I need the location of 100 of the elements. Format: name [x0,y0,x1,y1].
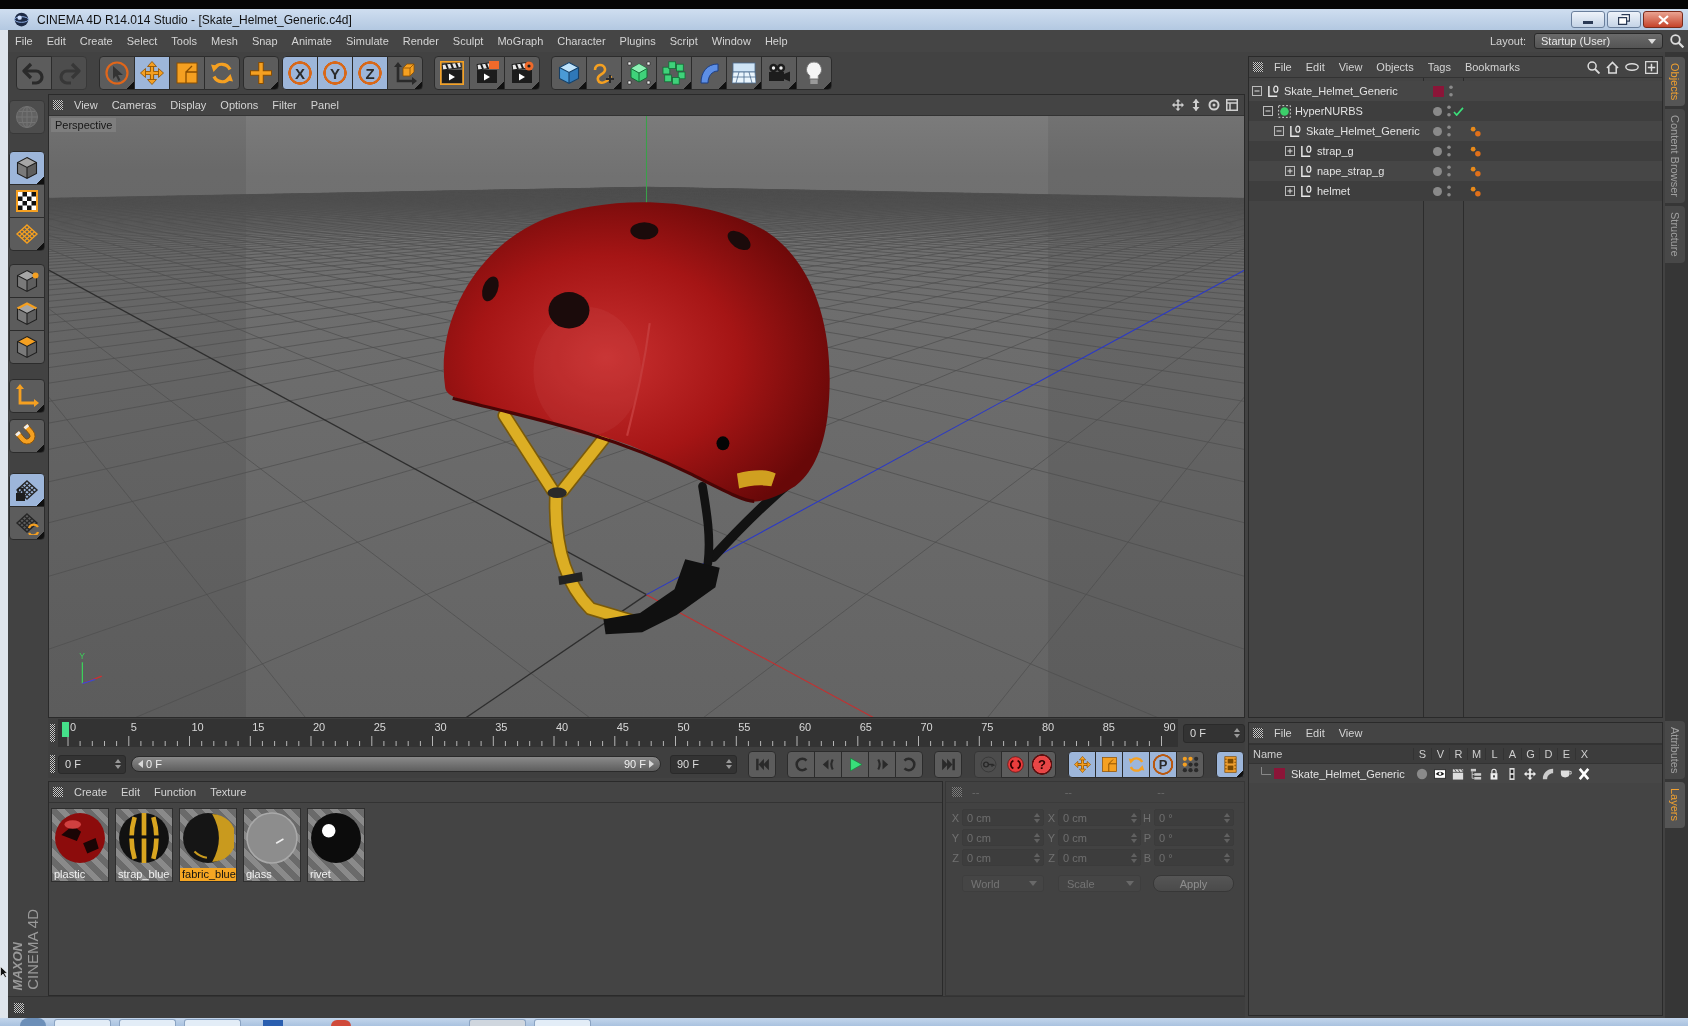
point-level-button[interactable] [1176,750,1204,778]
collapse-icon[interactable] [1274,126,1284,136]
bend-icon[interactable] [1542,767,1554,780]
render-settings-button[interactable] [504,56,540,90]
object-row[interactable]: HyperNURBS [1249,101,1662,121]
scale-key-button[interactable] [1095,750,1123,778]
menu-item[interactable]: View [67,97,105,113]
menu-item[interactable]: File [1267,725,1299,741]
play-button[interactable] [841,750,869,778]
column-header[interactable]: V [1431,748,1449,760]
workplane-mode-button[interactable] [9,217,45,251]
column-header[interactable]: E [1557,748,1575,760]
light-button[interactable] [796,56,832,90]
close-button[interactable] [1643,11,1683,28]
menu-item[interactable]: MoGraph [490,33,551,49]
range-end-handle[interactable]: 90 F [624,758,654,770]
menu-item[interactable]: Window [704,33,758,49]
layer-swatch[interactable] [1274,768,1285,779]
tag-icon[interactable] [1470,125,1481,137]
expand-icon[interactable] [1285,146,1295,156]
floor-button[interactable] [726,56,762,90]
visibility-dots-icon[interactable] [1447,125,1451,137]
menu-item[interactable]: Objects [1369,59,1421,75]
column-header[interactable]: D [1539,748,1557,760]
tag-icon[interactable] [1470,165,1481,177]
x-icon[interactable] [1578,767,1590,780]
workplane-align-button[interactable] [9,506,45,540]
object-row[interactable]: strap_g [1249,141,1662,161]
select-tool-button[interactable] [99,56,135,90]
position-key-button[interactable] [1068,750,1096,778]
render-button[interactable] [469,56,505,90]
search-icon[interactable] [1587,60,1600,74]
axis-toggle-button[interactable]: X [282,56,318,90]
tag-icon[interactable] [1470,145,1481,157]
menu-item[interactable]: Tools [164,33,204,49]
points-mode-button[interactable] [9,264,45,298]
go-to-start-button[interactable] [748,750,776,778]
side-tab[interactable]: Attributes [1665,721,1685,780]
plus-box-icon[interactable] [1645,60,1658,74]
column-header[interactable]: X [1575,748,1593,760]
home-icon[interactable] [1606,60,1619,74]
expand-icon[interactable] [1285,186,1295,196]
layer-dot-icon[interactable] [1433,186,1442,196]
oval-icon[interactable] [1625,63,1639,71]
visibility-dots-icon[interactable] [1447,145,1451,157]
column-header[interactable]: L [1485,748,1503,760]
film-strip-icon[interactable] [1506,767,1518,780]
edges-mode-button[interactable] [9,297,45,331]
layer-swatch[interactable] [1433,85,1444,97]
menu-item[interactable]: View [1331,725,1370,741]
search-icon[interactable] [1670,34,1684,48]
menu-item[interactable]: Create [67,784,115,800]
menu-item[interactable]: Render [395,33,446,49]
menu-item[interactable]: Select [119,33,165,49]
column-header[interactable]: S [1413,748,1431,760]
column-header[interactable]: M [1467,748,1485,760]
app-icon[interactable] [331,1020,351,1026]
render-view-button[interactable] [434,56,470,90]
coordinate-system-button[interactable] [387,56,423,90]
menu-item[interactable]: Filter [265,97,304,113]
axis-mode-button[interactable] [9,379,45,413]
menu-item[interactable]: Edit [1298,59,1332,75]
menu-item[interactable]: Edit [39,33,73,49]
rotate-tool-button[interactable] [204,56,240,90]
menu-item[interactable]: File [1267,59,1299,75]
check-icon[interactable] [1453,106,1464,116]
visibility-dots-icon[interactable] [1447,105,1451,117]
menu-item[interactable]: Script [662,33,705,49]
menu-item[interactable]: Texture [203,784,254,800]
axis-toggle-button[interactable]: Y [317,56,353,90]
menu-item[interactable]: Options [213,97,266,113]
menu-item[interactable]: Simulate [338,33,396,49]
timeline-button[interactable] [1216,750,1244,778]
column-header[interactable]: A [1503,748,1521,760]
arrows-icon[interactable] [1524,767,1536,780]
recent-tool-button[interactable] [243,56,279,90]
collapse-icon[interactable] [1263,106,1273,116]
window-icon[interactable] [1226,99,1238,111]
side-tab[interactable]: Objects [1665,57,1685,107]
material-tile[interactable]: fabric_blue [179,808,237,882]
menu-item[interactable]: File [8,33,40,49]
texture-mode-button[interactable] [9,184,45,218]
restore-button[interactable] [1607,11,1641,28]
menu-item[interactable]: Mesh [204,33,245,49]
move-arrows-icon[interactable] [1172,99,1184,111]
snap-button[interactable] [9,419,45,453]
column-header[interactable]: Name [1249,748,1413,760]
layer-dot-icon[interactable] [1433,106,1442,116]
current-frame-field[interactable]: 0 F [1183,723,1245,743]
layer-dot-icon[interactable] [1433,146,1442,156]
lock-icon[interactable] [1488,767,1500,780]
layout-dropdown[interactable]: Startup (User) [1534,33,1663,49]
double-arrow-icon[interactable] [1190,99,1202,111]
menu-item[interactable]: Sculpt [445,33,491,49]
expand-icon[interactable] [1285,166,1295,176]
visibility-dots-icon[interactable] [1447,165,1451,177]
column-header[interactable]: R [1449,748,1467,760]
start-button[interactable] [20,1018,46,1026]
menu-item[interactable]: Panel [303,97,346,113]
subdivision-button[interactable] [621,56,657,90]
